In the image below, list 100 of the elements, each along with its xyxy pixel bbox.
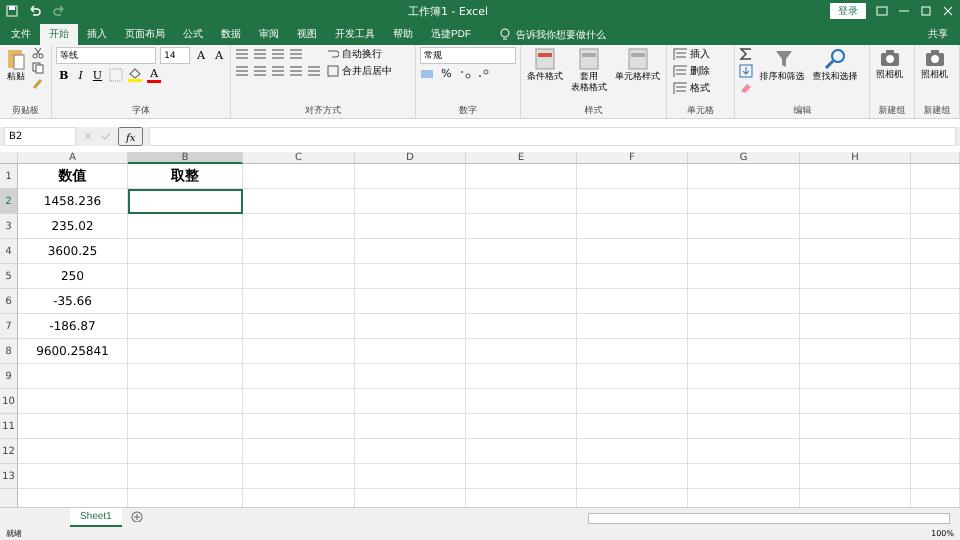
decrease-indent-icon[interactable] xyxy=(289,64,304,78)
font-color-button[interactable]: A xyxy=(147,67,162,83)
column-header[interactable]: C xyxy=(243,152,355,164)
login-button[interactable]: 登录 xyxy=(830,3,866,19)
row-header[interactable]: 13 xyxy=(0,464,18,489)
merge-center-button[interactable]: 合并后居中 xyxy=(325,64,394,78)
ribbon-tab[interactable]: 审阅 xyxy=(250,24,288,45)
increase-indent-icon[interactable] xyxy=(307,64,322,78)
find-select-button[interactable]: 查找和选择 xyxy=(810,47,860,104)
table-cell xyxy=(911,189,960,214)
font-name-field[interactable]: 等线 xyxy=(56,47,156,64)
share-button[interactable]: 共享 xyxy=(928,24,948,45)
row-header[interactable]: 5 xyxy=(0,264,18,289)
insert-function-button[interactable]: fx xyxy=(118,127,144,146)
ribbon-tab[interactable]: 公式 xyxy=(174,24,212,45)
table-cell: 数值 xyxy=(18,164,128,189)
column-header[interactable]: A xyxy=(18,152,128,164)
fill-color-icon[interactable] xyxy=(127,68,144,82)
row-header[interactable]: 11 xyxy=(0,414,18,439)
style-gallery-button[interactable]: 套用 表格格式 xyxy=(569,47,610,104)
align-left-icon[interactable] xyxy=(235,64,250,78)
cells-button[interactable]: 删除 xyxy=(671,64,712,78)
group-label: 新建组 xyxy=(922,104,952,118)
column-header[interactable]: G xyxy=(688,152,800,164)
style-gallery-button[interactable]: 条件格式 xyxy=(525,47,566,104)
cells-button[interactable]: 插入 xyxy=(671,47,712,61)
align-middle-icon[interactable] xyxy=(253,47,268,61)
cells-button[interactable]: 格式 xyxy=(671,81,712,95)
row-header[interactable]: 9 xyxy=(0,364,18,389)
ribbon-tab[interactable]: 视图 xyxy=(288,24,326,45)
style-gallery-button[interactable]: 单元格样式 xyxy=(613,47,662,104)
number-format-field[interactable]: 常规 xyxy=(420,47,516,64)
group-label: 编辑 xyxy=(792,104,812,118)
ribbon-tab[interactable]: 迅捷PDF xyxy=(422,24,480,45)
grow-font-button[interactable]: A xyxy=(194,49,208,62)
column-header[interactable]: H xyxy=(800,152,911,164)
column-header[interactable]: E xyxy=(466,152,577,164)
underline-button[interactable]: U xyxy=(90,68,106,82)
horizontal-scrollbar[interactable] xyxy=(588,513,950,524)
row-header[interactable]: 2 xyxy=(0,189,18,214)
paste-button[interactable]: 粘贴 xyxy=(4,47,28,104)
group-label: 字体 xyxy=(131,104,152,118)
column-header[interactable]: B xyxy=(128,152,243,164)
table-cell xyxy=(911,239,960,264)
row-header[interactable]: 4 xyxy=(0,239,18,264)
align-bottom-icon[interactable] xyxy=(271,47,286,61)
percent-button[interactable]: % xyxy=(438,67,455,80)
fill-down-icon[interactable] xyxy=(739,64,754,78)
ribbon-display-icon[interactable] xyxy=(876,6,888,16)
decrease-decimal-icon[interactable] xyxy=(476,68,491,80)
font-size-field[interactable]: 14 xyxy=(160,47,190,64)
row-header[interactable]: 3 xyxy=(0,214,18,239)
copy-icon[interactable] xyxy=(32,62,44,74)
align-center-icon[interactable] xyxy=(253,64,268,78)
ribbon-tab[interactable]: 开始 xyxy=(40,24,78,45)
maximize-icon[interactable] xyxy=(920,6,932,16)
row-header[interactable]: 6 xyxy=(0,289,18,314)
column-header[interactable]: D xyxy=(355,152,466,164)
wrap-text-button[interactable]: 自动换行 xyxy=(325,47,394,61)
table-cell xyxy=(911,289,960,314)
align-top-icon[interactable] xyxy=(235,47,250,61)
bold-button[interactable]: B xyxy=(56,68,72,82)
table-cell xyxy=(911,414,960,439)
cells-icon xyxy=(673,48,688,60)
column-header[interactable]: F xyxy=(577,152,688,164)
ribbon-tab[interactable]: 帮助 xyxy=(384,24,422,45)
shrink-font-button[interactable]: A xyxy=(212,49,226,62)
table-cell xyxy=(911,364,960,389)
ribbon-tab[interactable]: 文件 xyxy=(2,24,40,45)
tell-me-field[interactable]: 告诉我你想要做什么 xyxy=(516,28,606,42)
ribbon-tab[interactable]: 插入 xyxy=(78,24,116,45)
align-right-icon[interactable] xyxy=(271,64,286,78)
sheet-tab[interactable]: Sheet1 xyxy=(70,508,122,527)
camera-button[interactable]: 照相机 xyxy=(874,47,906,104)
table-cell xyxy=(911,314,960,339)
row-header[interactable]: 1 xyxy=(0,164,18,189)
sum-icon[interactable] xyxy=(739,47,754,61)
active-cell[interactable] xyxy=(128,189,243,214)
ribbon-tab[interactable]: 页面布局 xyxy=(116,24,174,45)
name-box[interactable]: B2 xyxy=(4,127,76,146)
formula-field[interactable] xyxy=(149,127,956,146)
scissors-icon[interactable] xyxy=(32,47,44,59)
window-title: 工作簿1 - Excel xyxy=(406,4,490,18)
table-cell xyxy=(911,264,960,289)
row-header[interactable]: 8 xyxy=(0,339,18,364)
ribbon-tab[interactable]: 开发工具 xyxy=(326,24,384,45)
row-header[interactable]: 10 xyxy=(0,389,18,414)
row-header[interactable]: 12 xyxy=(0,439,18,464)
undo-icon[interactable] xyxy=(28,5,42,17)
close-icon[interactable] xyxy=(942,6,954,16)
zoom-level[interactable]: 100% xyxy=(931,528,954,540)
border-icon[interactable] xyxy=(109,68,124,82)
ribbon-tab[interactable]: 数据 xyxy=(212,24,250,45)
italic-button[interactable]: I xyxy=(75,68,86,82)
save-icon[interactable] xyxy=(6,5,18,17)
camera-button[interactable]: 照相机 xyxy=(919,47,950,104)
row-header[interactable]: 7 xyxy=(0,314,18,339)
cells-icon xyxy=(673,65,688,77)
table-cell: 9600.25841 xyxy=(18,339,128,364)
sort-filter-button[interactable]: 排序和筛选 xyxy=(757,47,806,104)
